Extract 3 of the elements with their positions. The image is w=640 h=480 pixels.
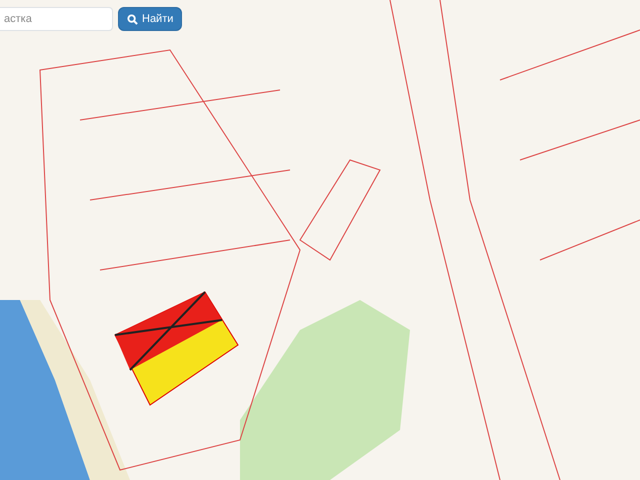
search-button[interactable]: Найти [118, 7, 182, 31]
search-icon [127, 14, 138, 24]
search-field[interactable]: астка [0, 7, 113, 31]
